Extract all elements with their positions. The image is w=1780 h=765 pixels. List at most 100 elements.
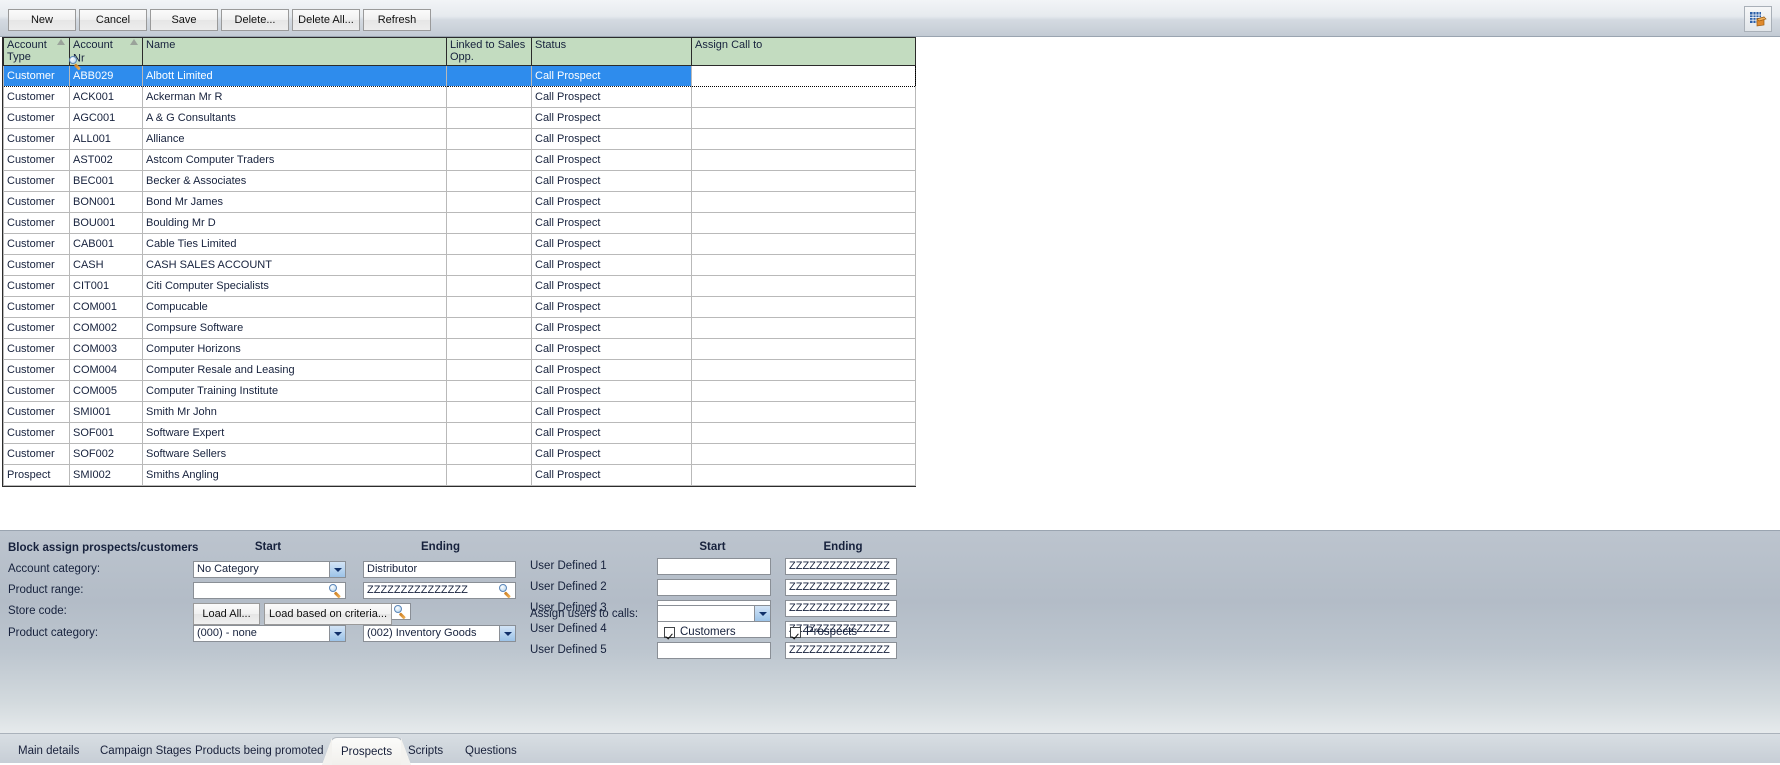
cell-assign[interactable] xyxy=(692,128,916,149)
cell-linked[interactable] xyxy=(447,359,532,380)
lookup-search-icon[interactable] xyxy=(499,584,514,598)
table-row[interactable]: CustomerBON001Bond Mr JamesCall Prospect xyxy=(4,191,916,212)
table-row[interactable]: CustomerAST002Astcom Computer TradersCal… xyxy=(4,149,916,170)
cell-assign[interactable] xyxy=(692,212,916,233)
table-row[interactable]: CustomerCOM004Computer Resale and Leasin… xyxy=(4,359,916,380)
cell-account_nr[interactable]: SMI002 xyxy=(70,464,143,485)
cell-status[interactable]: Call Prospect xyxy=(532,212,692,233)
table-row[interactable]: CustomerSOF001Software ExpertCall Prospe… xyxy=(4,422,916,443)
cell-account_type[interactable]: Customer xyxy=(4,86,70,107)
cell-account_type[interactable]: Customer xyxy=(4,107,70,128)
cell-status[interactable]: Call Prospect xyxy=(532,338,692,359)
cell-assign[interactable] xyxy=(692,338,916,359)
cell-account_type[interactable]: Customer xyxy=(4,149,70,170)
cell-status[interactable]: Call Prospect xyxy=(532,464,692,485)
table-row[interactable]: CustomerCOM005Computer Training Institut… xyxy=(4,380,916,401)
cell-linked[interactable] xyxy=(447,170,532,191)
cell-account_nr[interactable]: CAB001 xyxy=(70,233,143,254)
user-defined-2-ending-input[interactable]: ZZZZZZZZZZZZZZZ xyxy=(785,579,897,596)
cell-linked[interactable] xyxy=(447,233,532,254)
cell-status[interactable]: Call Prospect xyxy=(532,107,692,128)
cell-name[interactable]: Compucable xyxy=(143,296,447,317)
table-row[interactable]: CustomerABB029Albott LimitedCall Prospec… xyxy=(4,65,916,86)
cell-linked[interactable] xyxy=(447,380,532,401)
cell-account_type[interactable]: Customer xyxy=(4,401,70,422)
cell-name[interactable]: Alliance xyxy=(143,128,447,149)
tab-prospects[interactable]: Prospects xyxy=(330,737,403,765)
table-row[interactable]: CustomerCIT001Citi Computer SpecialistsC… xyxy=(4,275,916,296)
table-row[interactable]: CustomerCASHCASH SALES ACCOUNTCall Prosp… xyxy=(4,254,916,275)
table-row[interactable]: CustomerSMI001Smith Mr JohnCall Prospect xyxy=(4,401,916,422)
cell-account_type[interactable]: Customer xyxy=(4,191,70,212)
account-category-ending[interactable]: Distributor xyxy=(363,561,516,578)
cell-assign[interactable] xyxy=(692,443,916,464)
cell-account_type[interactable]: Customer xyxy=(4,128,70,149)
cell-account_nr[interactable]: COM003 xyxy=(70,338,143,359)
cell-account_type[interactable]: Customer xyxy=(4,212,70,233)
cell-name[interactable]: Computer Resale and Leasing xyxy=(143,359,447,380)
chevron-down-icon[interactable] xyxy=(754,606,770,621)
cell-account_nr[interactable]: COM005 xyxy=(70,380,143,401)
table-row[interactable]: CustomerCAB001Cable Ties LimitedCall Pro… xyxy=(4,233,916,254)
cell-status[interactable]: Call Prospect xyxy=(532,170,692,191)
toolbar-new-button[interactable]: New xyxy=(8,9,76,31)
cell-linked[interactable] xyxy=(447,275,532,296)
chevron-down-icon[interactable] xyxy=(329,626,345,641)
cell-name[interactable]: Astcom Computer Traders xyxy=(143,149,447,170)
cell-name[interactable]: Smith Mr John xyxy=(143,401,447,422)
load-based-on-criteria-button[interactable]: Load based on criteria... xyxy=(264,603,392,625)
cell-status[interactable]: Call Prospect xyxy=(532,317,692,338)
lookup-search-icon[interactable] xyxy=(329,584,344,598)
cell-name[interactable]: Becker & Associates xyxy=(143,170,447,191)
cell-status[interactable]: Call Prospect xyxy=(532,191,692,212)
cell-account_nr[interactable]: SOF001 xyxy=(70,422,143,443)
product-range-start[interactable] xyxy=(193,582,346,599)
grid-col-account_nr[interactable]: Account Nr xyxy=(70,38,143,66)
table-row[interactable]: CustomerAGC001A & G ConsultantsCall Pros… xyxy=(4,107,916,128)
cell-account_nr[interactable]: ALL001 xyxy=(70,128,143,149)
table-row[interactable]: CustomerCOM003Computer HorizonsCall Pros… xyxy=(4,338,916,359)
cell-assign[interactable] xyxy=(692,191,916,212)
user-defined-3-ending-input[interactable]: ZZZZZZZZZZZZZZZ xyxy=(785,600,897,617)
cell-assign[interactable] xyxy=(692,107,916,128)
toolbar-refresh-button[interactable]: Refresh xyxy=(363,9,431,31)
customers-checkbox[interactable]: Customers xyxy=(664,626,736,638)
cell-account_type[interactable]: Customer xyxy=(4,233,70,254)
user-defined-2-start-input[interactable] xyxy=(657,579,771,596)
product-range-ending[interactable]: ZZZZZZZZZZZZZZZ xyxy=(363,582,516,599)
assign-users-combo[interactable] xyxy=(657,605,771,622)
cell-status[interactable]: Call Prospect xyxy=(532,86,692,107)
cell-account_type[interactable]: Customer xyxy=(4,338,70,359)
excel-export-button[interactable] xyxy=(1744,6,1772,32)
cell-assign[interactable] xyxy=(692,233,916,254)
cell-account_nr[interactable]: CIT001 xyxy=(70,275,143,296)
cell-account_nr[interactable]: BON001 xyxy=(70,191,143,212)
cell-status[interactable]: Call Prospect xyxy=(532,275,692,296)
table-row[interactable]: CustomerCOM002Compsure SoftwareCall Pros… xyxy=(4,317,916,338)
grid-col-status[interactable]: Status xyxy=(532,38,692,66)
cell-name[interactable]: Boulding Mr D xyxy=(143,212,447,233)
cell-name[interactable]: Software Expert xyxy=(143,422,447,443)
cell-name[interactable]: Computer Training Institute xyxy=(143,380,447,401)
table-row[interactable]: CustomerBOU001Boulding Mr DCall Prospect xyxy=(4,212,916,233)
user-defined-1-start-input[interactable] xyxy=(657,558,771,575)
chevron-down-icon[interactable] xyxy=(499,626,515,641)
cell-assign[interactable] xyxy=(692,359,916,380)
cell-assign[interactable] xyxy=(692,296,916,317)
cell-assign[interactable] xyxy=(692,170,916,191)
toolbar-cancel-button[interactable]: Cancel xyxy=(79,9,147,31)
cell-status[interactable]: Call Prospect xyxy=(532,359,692,380)
user-defined-1-ending-input[interactable]: ZZZZZZZZZZZZZZZ xyxy=(785,558,897,575)
cell-status[interactable]: Call Prospect xyxy=(532,443,692,464)
cell-linked[interactable] xyxy=(447,338,532,359)
toolbar-save-button[interactable]: Save xyxy=(150,9,218,31)
table-row[interactable]: CustomerSOF002Software SellersCall Prosp… xyxy=(4,443,916,464)
cell-account_type[interactable]: Customer xyxy=(4,296,70,317)
user-defined-5-start-input[interactable] xyxy=(657,642,771,659)
cell-linked[interactable] xyxy=(447,464,532,485)
cell-name[interactable]: A & G Consultants xyxy=(143,107,447,128)
prospects-checkbox[interactable]: Prospects xyxy=(790,626,857,638)
cell-assign[interactable] xyxy=(692,254,916,275)
cell-account_type[interactable]: Customer xyxy=(4,254,70,275)
cell-account_nr[interactable]: BEC001 xyxy=(70,170,143,191)
